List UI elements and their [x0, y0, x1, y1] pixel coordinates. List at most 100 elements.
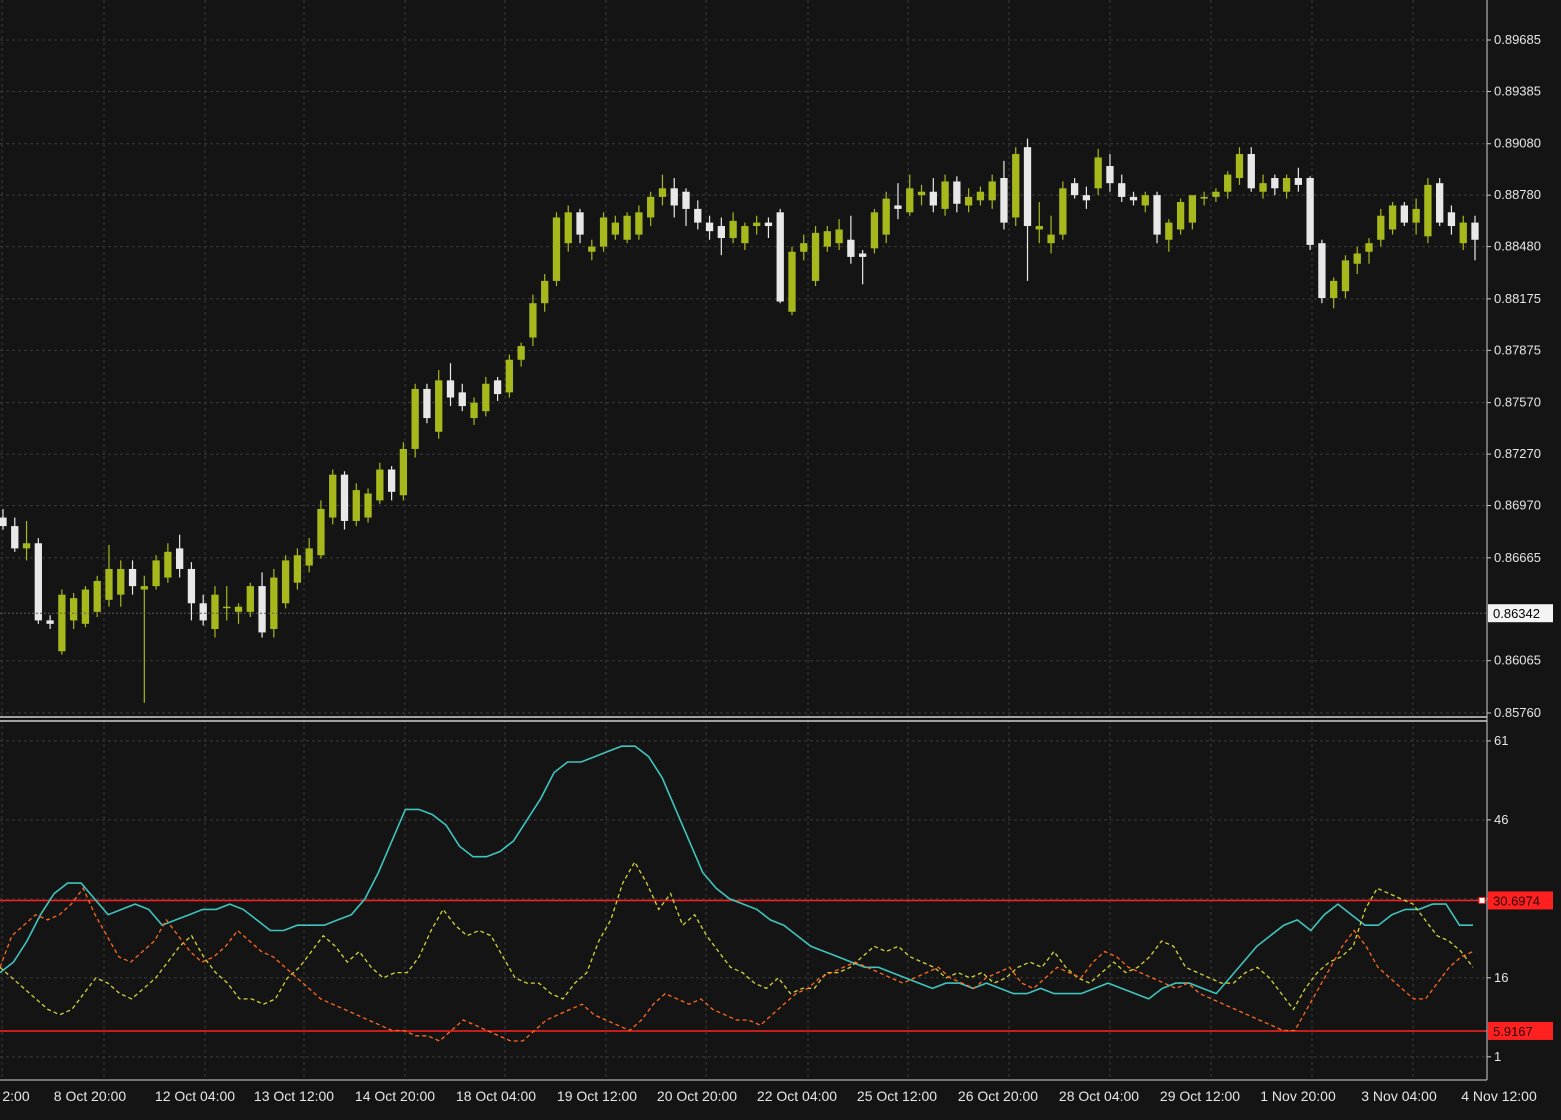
candle-bull: [1365, 243, 1373, 252]
indicator-tick-label: 61: [1494, 733, 1508, 748]
candle-bear: [858, 253, 867, 257]
candle-bull: [152, 560, 160, 587]
current-price-label: 0.86342: [1493, 606, 1540, 621]
candle-bear: [493, 380, 502, 395]
candle-bear: [694, 208, 702, 223]
indicator-tick-label: 46: [1494, 812, 1508, 827]
candle-bear: [175, 548, 184, 569]
candle-bull: [564, 212, 572, 244]
candle-bear: [258, 586, 266, 633]
candle-bull: [305, 548, 313, 566]
candle-bull: [505, 359, 514, 393]
candle-bull: [364, 493, 372, 518]
candle-bear: [929, 191, 937, 206]
time-tick-label: 4 Nov 12:00: [1461, 1088, 1537, 1104]
time-tick-label: 26 Oct 20:00: [958, 1088, 1038, 1104]
candle-bull: [623, 215, 631, 240]
candle-bull: [1424, 184, 1432, 237]
candle-bear: [446, 380, 455, 398]
candle-bull: [1282, 178, 1291, 192]
price-tick-label: 0.89080: [1494, 136, 1541, 151]
candle-bear: [1082, 195, 1091, 201]
candle-bull: [22, 543, 31, 549]
candle-bull: [399, 448, 408, 496]
candle-bear: [764, 222, 773, 227]
candle-bull: [211, 594, 219, 629]
candle-bull: [281, 560, 290, 604]
candle-bull: [293, 555, 302, 583]
candle-bear: [894, 205, 902, 209]
candle-bull: [964, 196, 973, 206]
time-tick-label: 14 Oct 20:00: [355, 1088, 435, 1104]
indicator-tick-label: 16: [1494, 970, 1508, 985]
candle-bear: [576, 212, 584, 235]
candle-bull: [611, 222, 620, 235]
candle-bear: [705, 222, 714, 232]
candle-bear: [46, 620, 54, 624]
candle-bull: [329, 474, 337, 518]
candle-bear: [1023, 147, 1032, 227]
candle-bull: [164, 551, 172, 578]
indicator-level-label: 30.6974: [1493, 893, 1540, 908]
candle-bear: [1129, 196, 1138, 201]
candle-bull: [411, 388, 419, 449]
candle-bull: [517, 346, 525, 360]
candle-bull: [917, 191, 926, 196]
candle-bear: [1106, 166, 1114, 184]
candle-bull: [234, 606, 243, 612]
candle-bull: [729, 220, 737, 239]
candle-bull: [435, 380, 443, 432]
candle-bull: [906, 188, 914, 213]
candle-bear: [1306, 178, 1314, 245]
candle-bull: [1176, 202, 1185, 230]
candle-bull: [58, 594, 66, 652]
candle-bull: [1259, 183, 1267, 192]
candle-bear: [1447, 212, 1456, 227]
candle-bull: [223, 606, 231, 609]
candle-bull: [376, 469, 384, 501]
candle-bull: [93, 580, 101, 612]
price-tick-label: 0.87570: [1494, 395, 1541, 410]
time-tick-label: 1 Nov 20:00: [1260, 1088, 1336, 1104]
candle-bull: [270, 577, 278, 629]
candle-bear: [340, 474, 349, 521]
candle-bull: [70, 598, 78, 621]
candle-bear: [670, 188, 678, 206]
price-tick-label: 0.89385: [1494, 83, 1541, 98]
candle-bull: [823, 231, 831, 247]
time-axis: 2:00 8 Oct 20:00 12 Oct 04:00 13 Oct 12:00 1…: [2, 1088, 1537, 1104]
candle-bull: [882, 198, 890, 235]
candle-bull: [105, 568, 113, 600]
candle-bull: [246, 586, 254, 612]
candle-bull: [1377, 215, 1385, 240]
candle-bull: [1094, 157, 1102, 189]
candle-bear: [1118, 183, 1126, 197]
price-tick-label: 0.87270: [1494, 446, 1541, 461]
candle-bear: [1070, 183, 1079, 196]
candle-bull: [976, 191, 985, 201]
candle-bull: [811, 232, 820, 281]
time-tick-label: 18 Oct 04:00: [456, 1088, 536, 1104]
candle-bull: [941, 181, 949, 209]
price-tick-label: 0.86065: [1494, 653, 1541, 668]
price-tick-label: 0.89685: [1494, 32, 1541, 47]
candle-bull: [1035, 226, 1043, 230]
candle-bull: [1188, 195, 1197, 223]
candle-bull: [482, 383, 490, 412]
candle-bull: [1165, 222, 1173, 240]
candle-bear: [34, 543, 42, 621]
candle-bull: [1353, 253, 1361, 264]
candle-bull: [741, 226, 749, 244]
candle-bear: [682, 191, 690, 209]
time-tick-label: 3 Nov 04:00: [1361, 1088, 1437, 1104]
candle-bull: [658, 188, 667, 197]
candle-bear: [1436, 183, 1444, 223]
candle-bull: [788, 251, 796, 312]
candle-bear: [11, 526, 19, 549]
candle-bull: [352, 490, 360, 521]
candle-bear: [847, 239, 855, 257]
candle-bull: [1059, 188, 1067, 235]
indicator-level-label: 5.9167: [1493, 1024, 1533, 1039]
candle-bear: [1000, 178, 1008, 223]
time-tick-label: 2:00: [2, 1088, 29, 1104]
